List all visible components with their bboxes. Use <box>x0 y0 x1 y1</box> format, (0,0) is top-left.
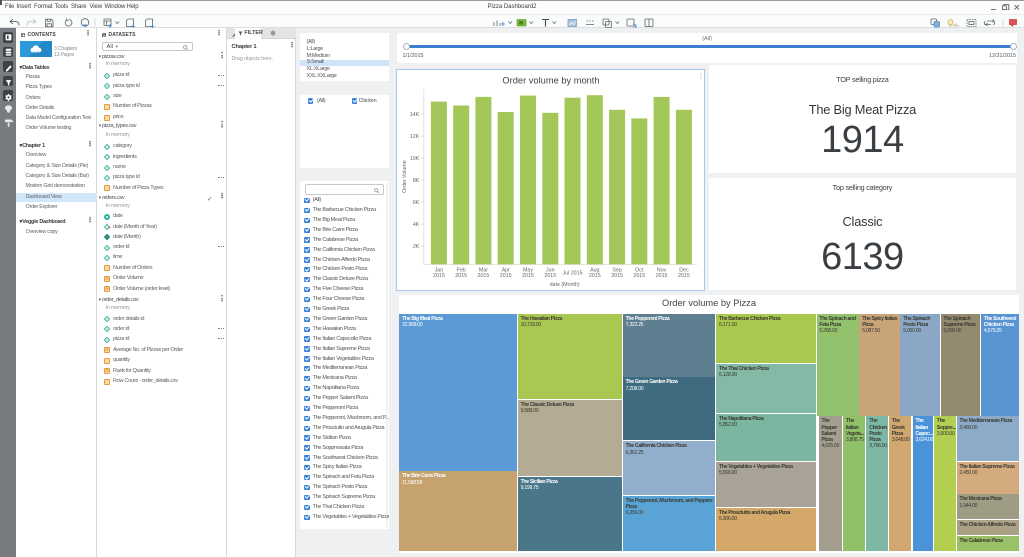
svg-text:2015: 2015 <box>478 273 490 279</box>
svg-text:10K: 10K <box>410 156 420 162</box>
svg-text:8K: 8K <box>413 178 420 184</box>
svg-text:2K: 2K <box>413 244 420 250</box>
svg-text:2015: 2015 <box>545 273 557 279</box>
svg-text:Order volume by month: Order volume by month <box>503 75 600 85</box>
svg-text:14K: 14K <box>410 112 420 118</box>
svg-text:2015: 2015 <box>433 273 445 279</box>
svg-text:2015: 2015 <box>656 273 668 279</box>
svg-text:6K: 6K <box>413 200 420 206</box>
svg-text:2015: 2015 <box>522 273 534 279</box>
svg-text:4K: 4K <box>413 222 420 228</box>
svg-text:12K: 12K <box>410 134 420 140</box>
svg-text:2015: 2015 <box>612 273 624 279</box>
svg-text:⋮: ⋮ <box>698 74 704 80</box>
svg-text:2015: 2015 <box>500 273 512 279</box>
svg-text:Order Volume: Order Volume <box>402 160 408 193</box>
svg-text:Jul 2015: Jul 2015 <box>563 270 583 276</box>
svg-text:2015: 2015 <box>678 273 690 279</box>
svg-text:date (Month): date (Month) <box>550 282 580 288</box>
svg-text:2015: 2015 <box>589 273 601 279</box>
svg-text:2015: 2015 <box>634 273 646 279</box>
svg-text:2015: 2015 <box>456 273 468 279</box>
